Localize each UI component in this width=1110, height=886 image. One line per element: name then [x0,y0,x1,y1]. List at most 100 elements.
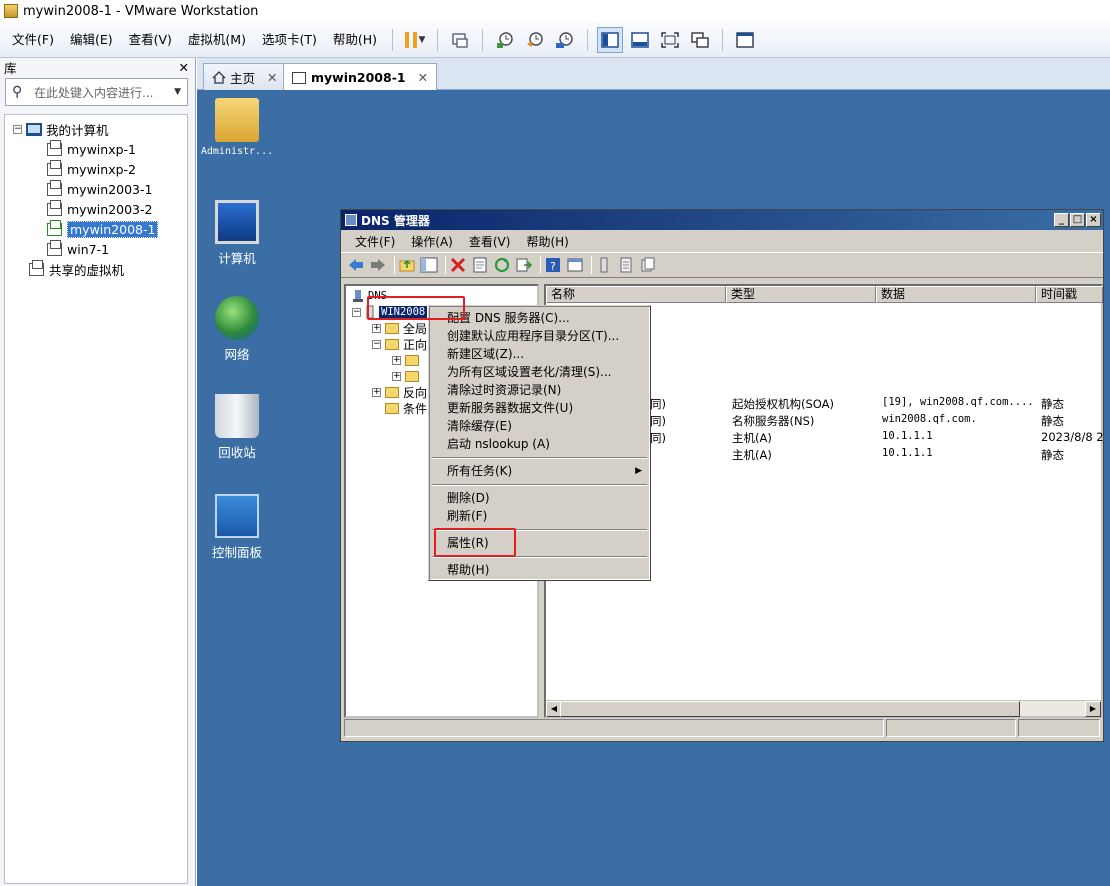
collapse-icon[interactable]: − [13,124,22,134]
menu-tabs[interactable]: 选项卡(T) [254,29,325,51]
copy-icon[interactable] [639,256,657,274]
expand-icon[interactable]: + [372,387,381,397]
server-icon[interactable] [595,256,613,274]
dns-menu-action[interactable]: 操作(A) [403,233,461,250]
help-icon[interactable]: ? [544,256,562,274]
list-icon[interactable] [617,256,635,274]
menu-item-aging-scavenging[interactable]: 为所有区域设置老化/清理(S)... [447,364,611,381]
highlight-properties-item [434,528,516,557]
menu-separator [432,457,647,459]
desktop-icon-network[interactable]: 网络 [197,296,277,363]
menu-item-launch-nslookup[interactable]: 启动 nslookup (A) [447,436,550,453]
tree-item-my-computer[interactable]: − 我的计算机 [5,119,187,139]
dns-menu-help[interactable]: 帮助(H) [518,233,576,250]
library-tree: − 我的计算机 mywinxp-1 mywinxp-2 mywin2003-1 … [4,114,188,884]
console-view-button[interactable] [627,27,653,53]
dns-menu-view[interactable]: 查看(V) [461,233,519,250]
library-search-input[interactable]: ⚲ 在此处键入内容进行... ▼ [5,78,188,106]
tree-node-zone[interactable]: + [392,368,423,384]
menu-item-all-tasks[interactable]: 所有任务(K) [447,463,512,480]
close-button[interactable]: × [1086,213,1101,227]
desktop-icon-computer[interactable]: 计算机 [197,200,277,267]
collapse-icon[interactable]: − [372,339,381,349]
chevron-down-icon[interactable]: ▼ [174,87,181,97]
folder-icon [385,338,399,350]
tree-item-vm-selected[interactable]: mywin2008-1 [5,219,187,239]
full-screen-button[interactable] [657,27,683,53]
menu-help[interactable]: 帮助(H) [325,29,385,51]
properties-sheet-icon[interactable] [471,256,489,274]
up-folder-icon[interactable] [398,256,416,274]
tree-item-vm[interactable]: mywin2003-1 [5,179,187,199]
forward-arrow-icon[interactable] [369,256,387,274]
tree-node-zone[interactable]: + [392,352,423,368]
tree-node-global[interactable]: + 全局 [372,320,427,336]
desktop-icon-administrator[interactable]: Administr... [197,98,277,157]
back-arrow-icon[interactable] [347,256,365,274]
chevron-down-icon[interactable]: ▼ [419,35,426,45]
snapshot-button[interactable] [492,27,518,53]
show-library-button[interactable] [597,26,624,53]
unity-button[interactable] [687,27,713,53]
tree-item-shared-vms[interactable]: 共享的虚拟机 [5,259,187,279]
record-name: 同) [650,397,666,411]
vm-icon [47,159,62,176]
scroll-thumb[interactable] [560,701,1020,717]
menu-view[interactable]: 查看(V) [121,29,180,51]
expand-icon[interactable]: + [392,371,401,381]
keyboard-icon [452,32,468,48]
menu-item-new-zone[interactable]: 新建区域(Z)... [447,346,524,363]
revert-snapshot-button[interactable] [522,27,548,53]
tree-node-forward[interactable]: − 正向 [372,336,427,352]
tree-item-vm[interactable]: win7-1 [5,239,187,259]
refresh-icon[interactable] [493,256,511,274]
scroll-right-icon[interactable]: ▶ [1085,701,1101,717]
menu-item-clear-cache[interactable]: 清除缓存(E) [447,418,512,435]
menu-file[interactable]: 文件(F) [4,29,62,51]
close-icon[interactable]: ✕ [418,70,428,85]
column-header-name[interactable]: 名称 [546,286,726,303]
send-ctrl-alt-del-button[interactable] [447,27,473,53]
menu-item-configure-dns[interactable]: 配置 DNS 服务器(C)... [447,310,570,327]
pause-button[interactable]: ▼ [402,27,428,53]
column-header-timestamp[interactable]: 时间戳 [1036,286,1103,303]
minimize-button[interactable]: _ [1054,213,1069,227]
desktop-icon-control-panel[interactable]: 控制面板 [197,494,277,561]
export-list-icon[interactable] [515,256,533,274]
thumbnail-bar-button[interactable] [732,27,758,53]
expand-icon[interactable]: + [372,323,381,333]
menu-item-scavenge-records[interactable]: 清除过时资源记录(N) [447,382,561,399]
menu-item-update-data-files[interactable]: 更新服务器数据文件(U) [447,400,573,417]
dns-menu-file[interactable]: 文件(F) [347,233,403,250]
home-icon [212,70,226,84]
close-icon[interactable]: ✕ [179,60,189,75]
horizontal-scrollbar[interactable]: ◀ ▶ [546,700,1101,717]
dns-window-title: DNS 管理器 [361,213,430,228]
menu-item-help[interactable]: 帮助(H) [447,562,489,579]
tree-item-vm[interactable]: mywinxp-1 [5,139,187,159]
snapshot-manager-button[interactable] [552,27,578,53]
menu-vm[interactable]: 虚拟机(M) [180,29,254,51]
tree-item-vm[interactable]: mywinxp-2 [5,159,187,179]
column-header-type[interactable]: 类型 [726,286,876,303]
tree-item-vm[interactable]: mywin2003-2 [5,199,187,219]
menu-item-refresh[interactable]: 刷新(F) [447,508,487,525]
tab-mywin2008-1[interactable]: mywin2008-1 ✕ [283,63,438,91]
menu-item-delete[interactable]: 删除(D) [447,490,490,507]
collapse-icon[interactable]: − [352,307,361,317]
show-hide-tree-icon[interactable] [420,256,438,274]
column-header-data[interactable]: 数据 [876,286,1036,303]
menu-item-create-app-directory[interactable]: 创建默认应用程序目录分区(T)... [447,328,619,345]
close-icon[interactable]: ✕ [267,70,277,85]
console-window-icon[interactable] [566,256,584,274]
expand-icon[interactable]: + [392,355,401,365]
tree-node-reverse[interactable]: + 反向 [372,384,427,400]
tree-node-conditional[interactable]: 条件 [385,400,427,416]
menu-edit[interactable]: 编辑(E) [62,29,121,51]
desktop-icon-recycle-bin[interactable]: 回收站 [197,394,277,461]
delete-icon[interactable] [449,256,467,274]
tab-home[interactable]: 主页 ✕ [203,63,287,90]
maximize-button[interactable]: □ [1070,213,1085,227]
vmware-title-bar: mywin2008-1 - VMware Workstation [0,0,1110,22]
toolbar-separator [482,28,484,51]
